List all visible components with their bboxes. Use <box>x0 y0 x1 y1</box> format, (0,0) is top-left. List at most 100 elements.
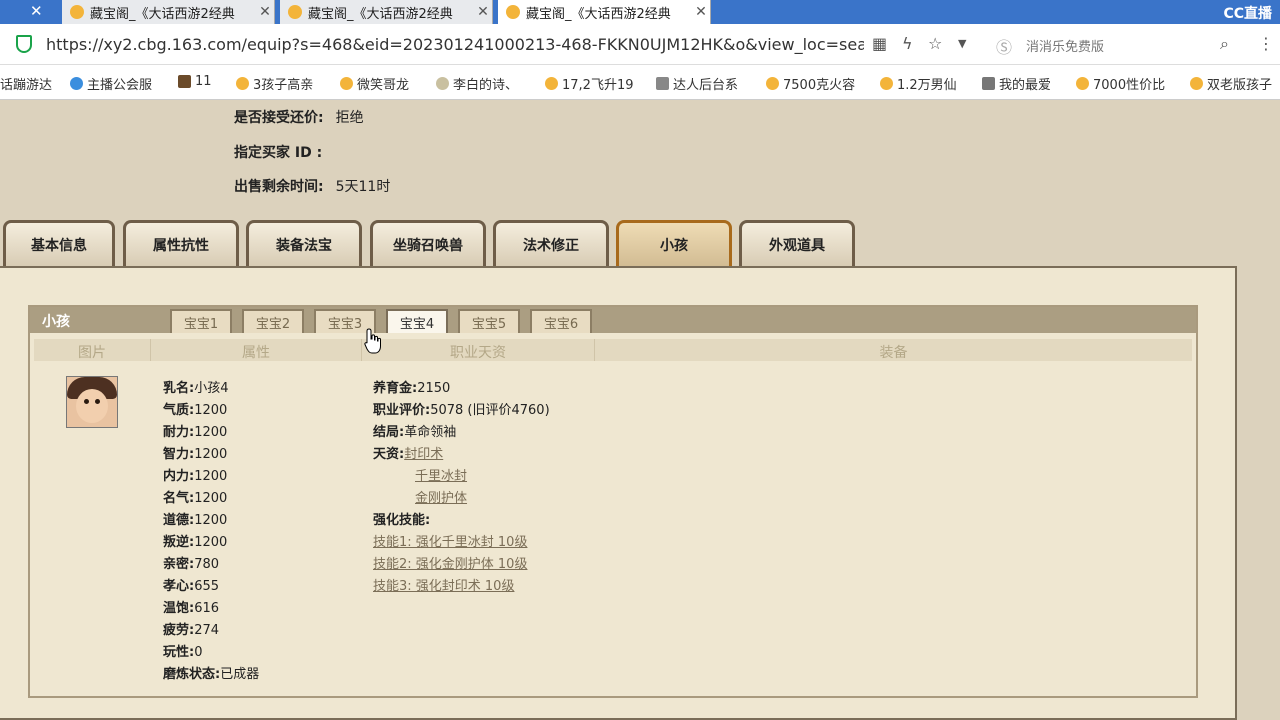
panel-title: 小孩 <box>42 314 70 330</box>
tab-title: 藏宝阁_《大话西游2经典 <box>90 6 235 22</box>
column-header-attributes: 属性 <box>242 345 270 361</box>
attr-row: 亲密:780 <box>163 557 220 572</box>
chevron-down-icon[interactable]: ▼ <box>958 37 966 50</box>
bookmark-icon <box>1076 77 1089 90</box>
bookmarks-bar: 话蹦游达 主播公会服 11 3孩子高亲 微笑哥龙 李白的诗、 17,2飞升19 … <box>0 65 1280 100</box>
bookmark-item[interactable]: 3孩子高亲 <box>236 74 313 93</box>
tab-title: 藏宝阁_《大话西游2经典 <box>526 6 671 22</box>
skill-link[interactable]: 技能3: 强化封印术 10级 <box>373 579 514 594</box>
search-engine-icon: Ⓢ <box>996 38 1013 57</box>
talent-row: 天资:封印术 <box>373 447 444 462</box>
bookmark-icon <box>236 77 249 90</box>
bookmark-icon <box>656 77 669 90</box>
talent-link[interactable]: 金刚护体 <box>415 491 467 506</box>
attr-row: 名气:1200 <box>163 491 228 506</box>
grid-icon <box>982 77 995 90</box>
tab-equipment[interactable]: 装备法宝 <box>246 220 362 266</box>
panel-header: 小孩 宝宝1 宝宝2 宝宝3 宝宝4 宝宝5 宝宝6 <box>30 307 1196 333</box>
sub-tab-baby-2[interactable]: 宝宝2 <box>242 309 304 333</box>
attr-row: 疲劳:274 <box>163 623 220 638</box>
tab-appearance[interactable]: 外观道具 <box>739 220 855 266</box>
tab-spell-correction[interactable]: 法术修正 <box>493 220 609 266</box>
talent-row: 千里冰封 <box>415 465 467 484</box>
tab-attributes[interactable]: 属性抗性 <box>123 220 239 266</box>
browser-tab-strip: ✕ 藏宝阁_《大话西游2经典 ✕ 藏宝阁_《大话西游2经典 ✕ 藏宝阁_《大话西… <box>0 0 1280 24</box>
cbg-favicon-icon <box>506 5 520 19</box>
sub-tab-baby-4[interactable]: 宝宝4 <box>386 309 448 333</box>
hand-cursor-icon <box>364 328 381 354</box>
tab-basic-info[interactable]: 基本信息 <box>3 220 115 266</box>
column-header-equipment: 装备 <box>879 345 908 361</box>
close-tab-icon[interactable]: ✕ <box>692 4 710 20</box>
skill-link[interactable]: 技能2: 强化金刚护体 10级 <box>373 557 527 572</box>
bookmark-item[interactable]: 微笑哥龙 <box>340 74 409 93</box>
address-bar: https://xy2.cbg.163.com/equip?s=468&eid=… <box>0 24 1280 65</box>
remaining-time-row: 出售剩余时间: 5天11时 <box>234 179 391 195</box>
avatar-face <box>76 389 108 423</box>
avatar-eye <box>95 399 100 404</box>
shield-icon <box>16 35 32 53</box>
talent-link[interactable]: 封印术 <box>404 447 443 462</box>
close-tab-icon[interactable]: ✕ <box>256 4 274 20</box>
sub-tab-baby-6[interactable]: 宝宝6 <box>530 309 592 333</box>
attr-row: 智力:1200 <box>163 447 228 462</box>
skill-row: 技能1: 强化千里冰封 10级 <box>373 531 527 550</box>
bookmark-icon <box>340 77 353 90</box>
bookmark-icon <box>545 77 558 90</box>
browser-tab-2[interactable]: 藏宝阁_《大话西游2经典 ✕ <box>280 0 493 24</box>
qr-code-icon[interactable]: ▦ <box>872 34 887 53</box>
buyer-id-row: 指定买家 ID : <box>234 145 323 161</box>
bookmark-item[interactable]: 我的最爱 <box>982 74 1051 93</box>
tab-child[interactable]: 小孩 <box>616 220 732 266</box>
bookmark-item[interactable]: 李白的诗、 <box>436 74 518 93</box>
skills-heading: 强化技能: <box>373 513 431 528</box>
column-header-image: 图片 <box>78 345 106 361</box>
page-content: 是否接受还价: 拒绝 指定买家 ID : 出售剩余时间: 5天11时 基本信息 属性… <box>0 100 1280 720</box>
close-tab-icon[interactable]: ✕ <box>474 4 492 20</box>
ending-row: 结局:革命领袖 <box>373 425 457 440</box>
star-icon[interactable]: ☆ <box>928 34 942 53</box>
column-header-profession: 职业天资 <box>450 345 506 361</box>
skill-row: 技能2: 强化金刚护体 10级 <box>373 553 527 572</box>
tab-mounts-pets[interactable]: 坐骑召唤兽 <box>370 220 486 266</box>
browser-tab-3[interactable]: 藏宝阁_《大话西游2经典 ✕ <box>498 0 711 24</box>
more-icon[interactable]: ⋮ <box>1258 34 1274 53</box>
cc-live-logo: CC直播 <box>1223 6 1272 22</box>
bookmark-item[interactable]: 17,2飞升19 <box>545 74 634 93</box>
attr-row: 道德:1200 <box>163 513 228 528</box>
bookmark-item[interactable]: 达人后台系 <box>656 74 738 93</box>
sub-tab-baby-5[interactable]: 宝宝5 <box>458 309 520 333</box>
bookmark-item[interactable]: 话蹦游达 <box>0 74 52 93</box>
browser-tab-1[interactable]: 藏宝阁_《大话西游2经典 ✕ <box>62 0 275 24</box>
attr-row: 乳名:小孩4 <box>163 381 229 396</box>
bookmark-item[interactable]: 7000性价比 <box>1076 74 1165 93</box>
attr-row: 玩性:0 <box>163 645 203 660</box>
url-field[interactable]: https://xy2.cbg.163.com/equip?s=468&eid=… <box>46 35 864 54</box>
bookmark-item[interactable]: 主播公会服 <box>70 74 152 93</box>
sub-tab-baby-1[interactable]: 宝宝1 <box>170 309 232 333</box>
search-icon[interactable]: ⌕ <box>1220 34 1229 54</box>
talent-link[interactable]: 千里冰封 <box>415 469 467 484</box>
bookmark-icon <box>70 77 83 90</box>
lightning-icon[interactable]: ϟ <box>902 34 913 53</box>
bookmark-item[interactable]: 11 <box>178 74 212 89</box>
bargain-row: 是否接受还价: 拒绝 <box>234 110 364 126</box>
bookmark-item[interactable]: 双老版孩子 <box>1190 74 1272 93</box>
talent-row: 金刚护体 <box>415 487 467 506</box>
close-tab-icon[interactable]: ✕ <box>30 2 43 20</box>
raising-money-row: 养育金:2150 <box>373 381 451 396</box>
bookmark-icon <box>766 77 779 90</box>
skill-link[interactable]: 技能1: 强化千里冰封 10级 <box>373 535 527 550</box>
child-avatar <box>66 376 118 428</box>
column-header-row: 图片 属性 职业天资 装备 <box>34 339 1192 361</box>
cbg-favicon-icon <box>288 5 302 19</box>
bookmark-item[interactable]: 1.2万男仙 <box>880 74 957 93</box>
attr-row: 温饱:616 <box>163 601 220 616</box>
bookmark-icon <box>436 77 449 90</box>
attr-row: 耐力:1200 <box>163 425 228 440</box>
attr-row: 叛逆:1200 <box>163 535 228 550</box>
attr-row: 内力:1200 <box>163 469 228 484</box>
search-engine-label[interactable]: 消消乐免费版 <box>1026 36 1104 55</box>
bookmark-item[interactable]: 7500克火容 <box>766 74 855 93</box>
attr-row: 气质:1200 <box>163 403 228 418</box>
